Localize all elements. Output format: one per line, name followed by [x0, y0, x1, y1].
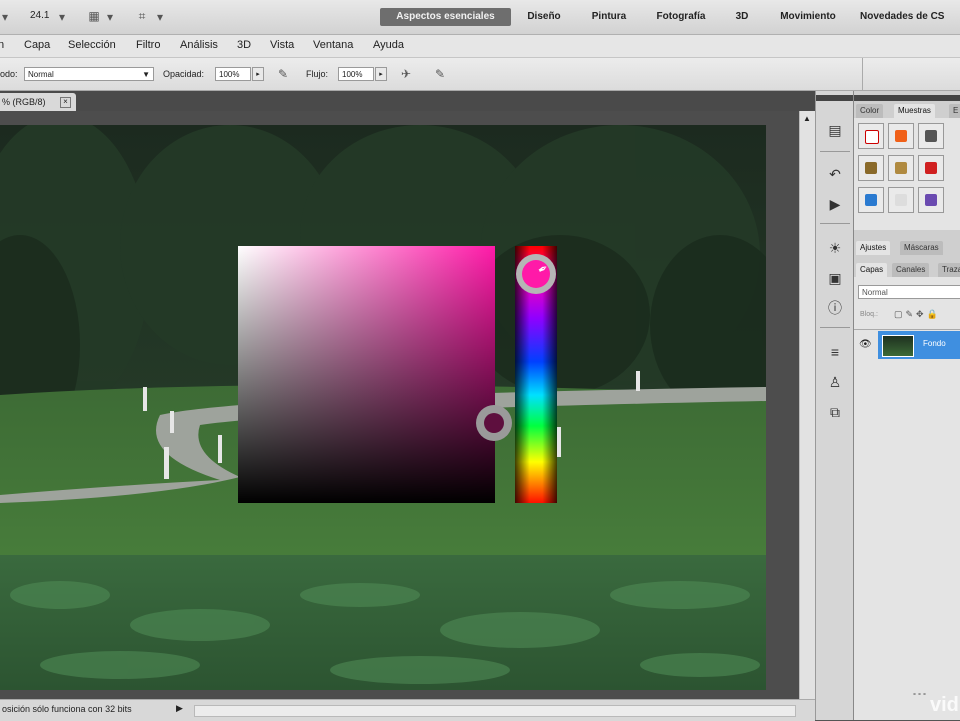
style-none-swatch[interactable]: [858, 123, 884, 149]
tab-color[interactable]: Color: [856, 104, 884, 118]
arrange-icon[interactable]: ▤: [824, 119, 846, 141]
mode-value: Normal: [28, 70, 54, 79]
pressure-opacity-icon[interactable]: ✎: [275, 66, 291, 82]
menu-view[interactable]: Vista: [270, 39, 294, 51]
history-icon[interactable]: ↶: [824, 163, 846, 185]
workspace-painting-button[interactable]: Pintura: [580, 8, 638, 26]
status-bar: osición sólo funciona con 32 bits ▶: [0, 699, 815, 721]
status-menu-arrow-icon[interactable]: ▶: [176, 703, 183, 714]
style-swatch[interactable]: [918, 155, 944, 181]
chevron-down-icon[interactable]: ▾: [56, 9, 68, 25]
dock-grip[interactable]: [816, 95, 854, 101]
style-swatch[interactable]: [888, 187, 914, 213]
divider: [820, 223, 850, 224]
image-icon[interactable]: ▣: [824, 267, 846, 289]
style-swatch[interactable]: [888, 123, 914, 149]
opacity-input[interactable]: 100%: [215, 67, 251, 81]
workspace-new-in-cs-button[interactable]: Novedades de CS: [860, 8, 960, 26]
mode-select[interactable]: Normal ▼: [24, 67, 154, 81]
style-swatch[interactable]: [858, 187, 884, 213]
lock-icons[interactable]: ▢✎✥🔒: [894, 309, 941, 320]
opacity-slider-toggle[interactable]: ▸: [252, 67, 264, 81]
hud-color-field[interactable]: [238, 246, 495, 503]
menu-bar: n Capa Selección Filtro Análisis 3D Vist…: [0, 35, 960, 58]
layer-name: Fondo: [923, 339, 946, 348]
arrange-documents-icon[interactable]: ⌗: [134, 8, 150, 24]
document-tab[interactable]: % (RGB/8) ×: [0, 93, 76, 111]
menu-layer[interactable]: Capa: [24, 39, 50, 51]
flow-slider-toggle[interactable]: ▸: [375, 67, 387, 81]
opacity-label: Opacidad:: [163, 69, 205, 79]
panel-footer-text: ⚬⚬⚬: [912, 692, 928, 698]
actions-icon[interactable]: ▶: [824, 193, 846, 215]
style-swatch[interactable]: [918, 123, 944, 149]
workspace-photography-button[interactable]: Fotografía: [645, 8, 717, 26]
style-swatch[interactable]: [888, 155, 914, 181]
application-bar: ▾ 24.1 ▾ ▦ ▾ ⌗ ▾ Aspectos esenciales Dis…: [0, 0, 960, 35]
workspace-3d-button[interactable]: 3D: [728, 8, 756, 26]
layer-thumbnail: [882, 335, 914, 357]
tab-styles[interactable]: E: [949, 104, 960, 118]
divider: [854, 329, 960, 330]
tab-adjustments[interactable]: Ajustes: [856, 241, 891, 255]
document-tab-bar: [0, 91, 815, 111]
chevron-down-icon[interactable]: ▾: [104, 9, 116, 25]
options-bar: odo: Normal ▼ Opacidad: 100% ▸ ✎ Flujo: …: [0, 58, 960, 91]
workspace-motion-button[interactable]: Movimiento: [768, 8, 848, 26]
lock-label: Bloq.:: [860, 311, 878, 318]
divider: [820, 327, 850, 328]
selected-color-swatch: [484, 413, 504, 433]
color-selection-ring[interactable]: [476, 405, 512, 441]
blend-mode-select[interactable]: Normal: [858, 285, 960, 299]
menu-filter[interactable]: Filtro: [136, 39, 160, 51]
flow-input[interactable]: 100%: [338, 67, 374, 81]
layers-icon[interactable]: ≡: [824, 341, 846, 363]
menu-3d[interactable]: 3D: [237, 39, 251, 51]
scroll-up-icon[interactable]: ▲: [803, 114, 811, 123]
document-tab-label: % (RGB/8): [2, 97, 46, 107]
layer-row-fondo[interactable]: Fondo: [878, 331, 960, 359]
paths-icon[interactable]: ⧉: [824, 401, 846, 423]
airbrush-icon[interactable]: ✈: [398, 66, 414, 82]
tab-paths[interactable]: Trazados: [938, 263, 960, 277]
watermark-logo: vid: [930, 694, 959, 716]
menu-window[interactable]: Ventana: [313, 39, 353, 51]
horizontal-scrollbar[interactable]: [194, 705, 796, 717]
panel-icon-dock: ▤ ↶ ▶ ☀ ▣ ⓘ ≡ ♙ ⧉: [815, 91, 854, 720]
menu-analysis[interactable]: Análisis: [180, 39, 218, 51]
menu-edit[interactable]: n: [0, 39, 4, 51]
tab-channels[interactable]: Canales: [892, 263, 930, 277]
workspace-essentials-button[interactable]: Aspectos esenciales: [380, 8, 511, 26]
style-swatch[interactable]: [858, 155, 884, 181]
info-icon[interactable]: ⓘ: [824, 297, 846, 319]
chevron-down-icon[interactable]: ▾: [154, 9, 166, 25]
tab-masks[interactable]: Máscaras: [900, 241, 943, 255]
pressure-size-icon[interactable]: ✎: [432, 66, 448, 82]
close-icon[interactable]: ×: [60, 97, 71, 108]
divider: [862, 58, 863, 90]
panel-grip[interactable]: [854, 95, 960, 101]
hue-selection-ring[interactable]: [516, 254, 556, 294]
view-extras-icon[interactable]: ▦: [86, 8, 102, 24]
menu-help[interactable]: Ayuda: [373, 39, 404, 51]
panels-column: Color Muestras E Ajustes Máscaras Capas …: [853, 91, 960, 720]
tab-layers[interactable]: Capas: [856, 263, 888, 277]
chevron-down-icon[interactable]: ▾: [0, 9, 10, 25]
workspace-design-button[interactable]: Diseño: [518, 8, 570, 26]
divider: [820, 151, 850, 152]
vertical-scrollbar[interactable]: ▲: [799, 111, 816, 699]
menu-select[interactable]: Selección: [68, 39, 116, 51]
adjust-icon[interactable]: ☀: [824, 237, 846, 259]
clone-icon[interactable]: ♙: [824, 371, 846, 393]
saturation-brightness-square: [238, 246, 495, 503]
zoom-level[interactable]: 24.1: [30, 10, 49, 21]
mode-label: odo:: [0, 69, 18, 79]
flow-label: Flujo:: [306, 69, 329, 79]
style-swatch[interactable]: [918, 187, 944, 213]
visibility-eye-icon[interactable]: 👁: [859, 339, 872, 350]
status-text: osición sólo funciona con 32 bits: [2, 704, 132, 714]
tab-swatches[interactable]: Muestras: [894, 104, 935, 118]
chevron-down-icon: ▼: [142, 70, 150, 79]
